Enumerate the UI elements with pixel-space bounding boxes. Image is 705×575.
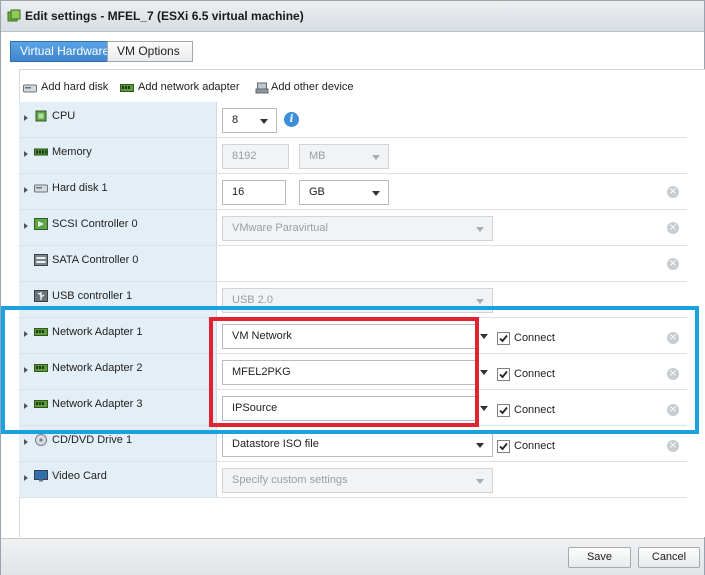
device-row-cpu: CPU 8 i xyxy=(19,102,687,138)
tab-virtual-hardware[interactable]: Virtual Hardware xyxy=(10,41,109,62)
sata-controller-icon xyxy=(34,254,48,266)
title-bar[interactable]: Edit settings - MFEL_7 (ESXi 6.5 virtual… xyxy=(1,1,704,32)
info-icon[interactable]: i xyxy=(284,112,299,127)
hard-disk-icon xyxy=(23,84,37,93)
dialog-footer: Save Cancel xyxy=(1,538,704,575)
network-card-icon xyxy=(120,84,134,92)
check-icon xyxy=(499,442,508,451)
device-name: CD/DVD Drive 1 xyxy=(52,434,133,446)
device-row-memory: Memory 8192 MB xyxy=(19,138,687,174)
remove-icon[interactable]: × xyxy=(667,258,679,270)
chevron-down-icon xyxy=(476,443,484,448)
memory-icon xyxy=(34,148,48,156)
video-card-value: Specify custom settings xyxy=(232,474,348,486)
monitor-icon xyxy=(34,470,48,482)
memory-size-input[interactable]: 8192 xyxy=(222,144,289,169)
device-label-cell[interactable]: SATA Controller 0 xyxy=(19,246,217,281)
memory-unit-value: MB xyxy=(309,150,326,162)
chevron-down-icon xyxy=(372,191,380,196)
device-name: CPU xyxy=(52,110,76,122)
disk-unit-select[interactable]: GB xyxy=(299,180,389,205)
cancel-button[interactable]: Cancel xyxy=(638,547,700,568)
scsi-type-select[interactable]: VMware Paravirtual xyxy=(222,216,493,241)
device-name: Video Card xyxy=(52,470,107,482)
disk-unit-value: GB xyxy=(309,186,325,198)
hard-disk-icon xyxy=(34,184,48,193)
window-title: Edit settings - MFEL_7 (ESXi 6.5 virtual… xyxy=(25,9,304,23)
device-label-cell[interactable]: CPU xyxy=(19,102,217,137)
scsi-controller-icon xyxy=(34,218,48,230)
connect-label: Connect xyxy=(514,440,555,452)
device-label-cell[interactable]: Hard disk 1 xyxy=(19,174,217,209)
cpu-count-select[interactable]: 8 xyxy=(222,108,277,133)
expand-caret-icon[interactable] xyxy=(24,187,28,193)
device-row-scsi-controller-0: SCSI Controller 0 VMware Paravirtual × xyxy=(19,210,687,246)
cpu-count-value: 8 xyxy=(232,114,239,126)
device-row-hard-disk-1: Hard disk 1 16 GB × xyxy=(19,174,687,210)
expand-caret-icon[interactable] xyxy=(24,475,28,481)
device-row-video-card: Video Card Specify custom settings xyxy=(19,462,687,498)
scsi-type-value: VMware Paravirtual xyxy=(232,222,328,234)
remove-icon[interactable]: × xyxy=(667,186,679,198)
usb-icon xyxy=(34,290,48,302)
tab-vm-options[interactable]: VM Options xyxy=(107,41,193,62)
device-label-cell[interactable]: Video Card xyxy=(19,462,217,497)
device-label-cell[interactable]: SCSI Controller 0 xyxy=(19,210,217,245)
edit-settings-dialog: Edit settings - MFEL_7 (ESXi 6.5 virtual… xyxy=(0,0,705,575)
cpu-icon xyxy=(35,110,47,122)
highlight-network-selectors xyxy=(209,317,479,427)
chevron-down-icon xyxy=(372,155,380,160)
remove-icon[interactable]: × xyxy=(667,222,679,234)
device-icon xyxy=(255,82,269,94)
disk-size-input[interactable]: 16 xyxy=(222,180,286,205)
save-button[interactable]: Save xyxy=(568,547,631,568)
connect-checkbox[interactable] xyxy=(497,440,510,453)
device-row-sata-controller-0: SATA Controller 0 × xyxy=(19,246,687,282)
expand-caret-icon[interactable] xyxy=(24,115,28,121)
device-name: SATA Controller 0 xyxy=(52,254,139,266)
chevron-down-icon xyxy=(476,479,484,484)
device-name: SCSI Controller 0 xyxy=(52,218,138,230)
device-name: Hard disk 1 xyxy=(52,182,108,194)
device-label-cell[interactable]: Memory xyxy=(19,138,217,173)
chevron-down-icon xyxy=(476,299,484,304)
vm-icon xyxy=(7,9,21,22)
remove-icon[interactable]: × xyxy=(667,440,679,452)
device-name: USB controller 1 xyxy=(52,290,133,302)
add-network-adapter-label: Add network adapter xyxy=(138,81,240,93)
chevron-down-icon xyxy=(260,119,268,124)
cd-dvd-icon xyxy=(35,434,47,446)
device-name: Memory xyxy=(52,146,92,158)
memory-unit-select[interactable]: MB xyxy=(299,144,389,169)
expand-caret-icon[interactable] xyxy=(24,439,28,445)
usb-type-value: USB 2.0 xyxy=(232,294,273,306)
expand-caret-icon[interactable] xyxy=(24,223,28,229)
chevron-down-icon xyxy=(476,227,484,232)
add-hard-disk-label: Add hard disk xyxy=(41,81,109,93)
video-card-select[interactable]: Specify custom settings xyxy=(222,468,493,493)
cd-dvd-source-value: Datastore ISO file xyxy=(232,438,319,450)
add-other-device-label: Add other device xyxy=(271,81,354,93)
cd-dvd-source-select[interactable]: Datastore ISO file xyxy=(222,432,493,457)
expand-caret-icon[interactable] xyxy=(24,151,28,157)
